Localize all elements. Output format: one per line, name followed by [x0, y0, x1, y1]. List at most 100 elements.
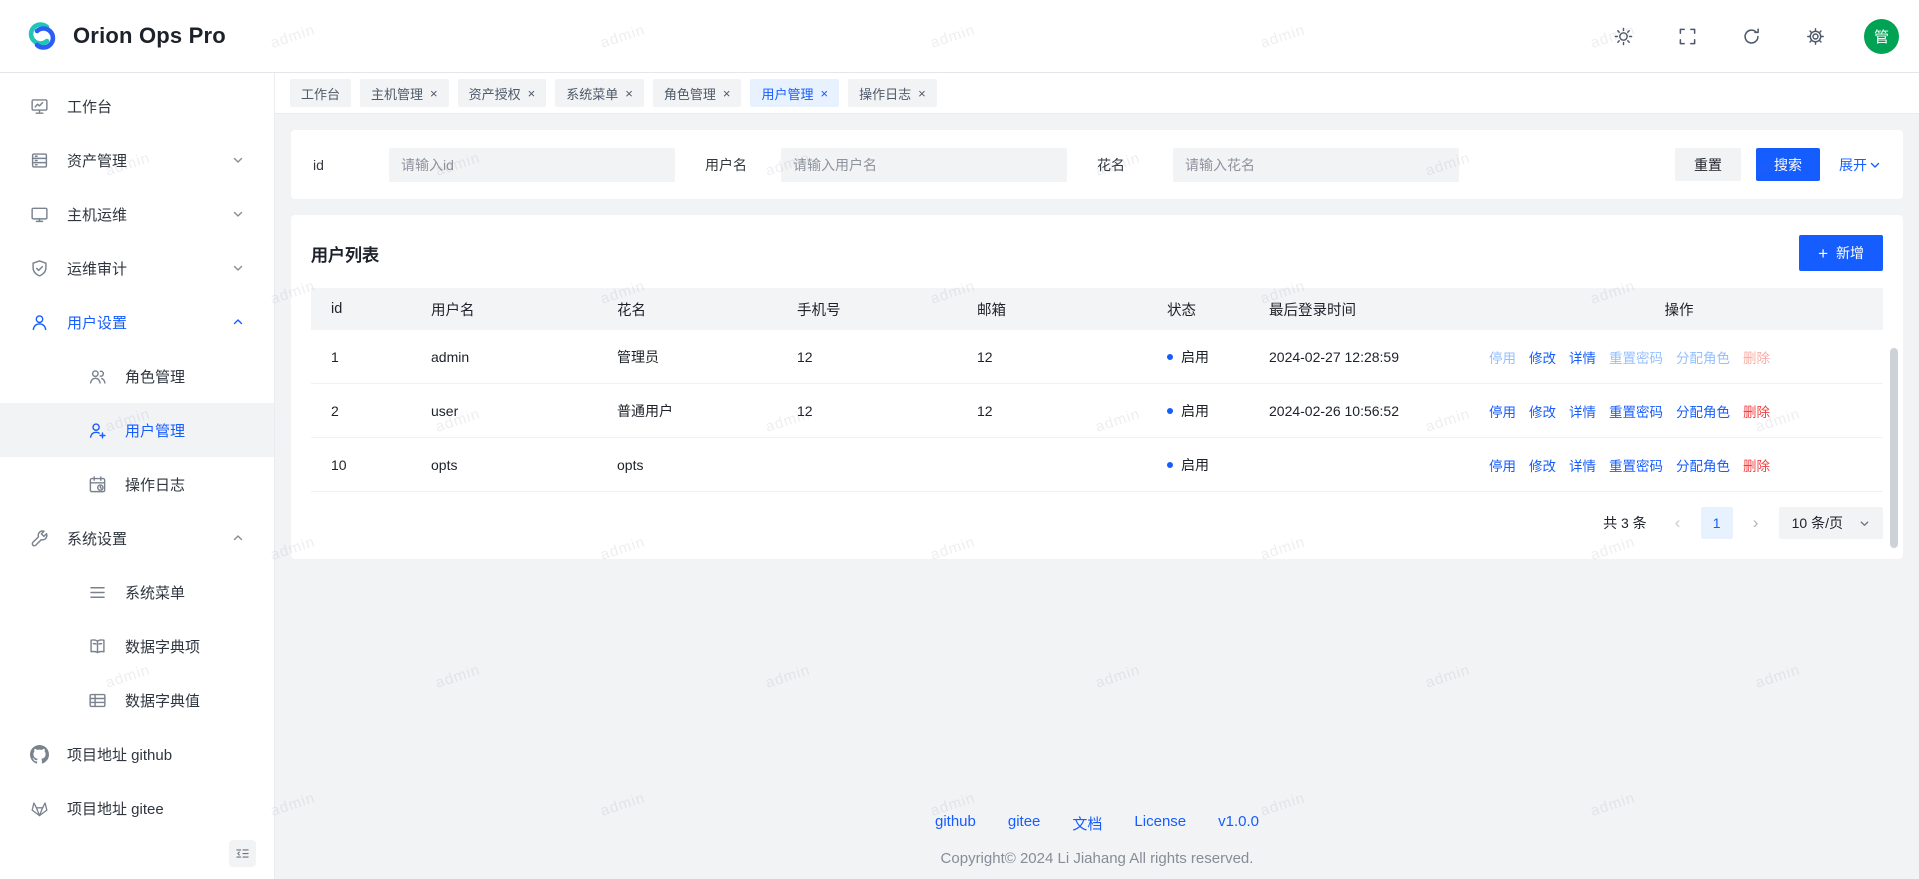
op-link[interactable]: 停用 — [1489, 455, 1516, 475]
column-header: 邮箱 — [957, 288, 1147, 330]
sidebar-item-github[interactable]: 项目地址 github — [0, 727, 274, 781]
op-link[interactable]: 重置密码 — [1609, 455, 1663, 475]
sidebar-item-ops-audit[interactable]: 运维审计 — [0, 241, 274, 295]
footer-link[interactable]: v1.0.0 — [1218, 813, 1259, 834]
sidebar-item-asset-mgmt[interactable]: 资产管理 — [0, 133, 274, 187]
cell-id: 1 — [311, 330, 411, 383]
tab-label: 主机管理 — [371, 84, 423, 103]
add-user-button[interactable]: + 新增 — [1799, 235, 1883, 271]
op-link[interactable]: 删除 — [1743, 401, 1770, 421]
tab-host-mgmt[interactable]: 主机管理 × — [360, 79, 449, 107]
search-field-label: 花名 — [1097, 155, 1173, 175]
menu-icon — [88, 582, 108, 602]
status-dot — [1167, 462, 1173, 468]
roles-icon — [88, 366, 108, 386]
id-input[interactable] — [389, 148, 675, 182]
sidebar-item-user-mgmt[interactable]: 用户管理 — [0, 403, 274, 457]
sidebar-item-role-mgmt[interactable]: 角色管理 — [0, 349, 274, 403]
fullscreen-icon[interactable] — [1670, 19, 1704, 53]
theme-sun-icon[interactable] — [1606, 19, 1640, 53]
op-link[interactable]: 修改 — [1529, 347, 1556, 367]
sidebar-item-dict-value[interactable]: 数据字典值 — [0, 673, 274, 727]
expand-toggle[interactable]: 展开 — [1839, 155, 1881, 175]
tab-asset-auth[interactable]: 资产授权× — [458, 79, 547, 107]
copyright-text: Copyright© 2024 Li Jiahang All rights re… — [275, 850, 1919, 867]
reset-button[interactable]: 重置 — [1675, 148, 1741, 181]
cell-email — [957, 438, 1147, 491]
op-link[interactable]: 删除 — [1743, 455, 1770, 475]
pagination: 共 3 条 ‹ 1 › 10 条/页 — [311, 507, 1883, 539]
pagination-page-1[interactable]: 1 — [1701, 507, 1733, 539]
tab-user-mgmt[interactable]: 用户管理× — [750, 79, 839, 107]
sidebar-item-op-log[interactable]: 操作日志 — [0, 457, 274, 511]
logo-area: Orion Ops Pro — [24, 18, 226, 54]
cell-email: 12 — [957, 330, 1147, 383]
close-icon[interactable]: × — [528, 87, 536, 100]
cell-nickname: opts — [597, 438, 777, 491]
sidebar-item-dict-item[interactable]: 数据字典项 — [0, 619, 274, 673]
refresh-icon[interactable] — [1734, 19, 1768, 53]
footer-link[interactable]: gitee — [1008, 813, 1041, 834]
nickname-input[interactable] — [1173, 148, 1459, 182]
footer-link[interactable]: github — [935, 813, 976, 834]
cell-mobile — [777, 438, 957, 491]
table-row: 2user普通用户1212启用2024-02-26 10:56:52停用修改详情… — [311, 384, 1883, 438]
page-size-select[interactable]: 10 条/页 — [1779, 507, 1883, 539]
chevron-down-icon — [232, 262, 244, 274]
sidebar-item-user-settings[interactable]: 用户设置 — [0, 295, 274, 349]
pagination-next-button[interactable]: › — [1741, 508, 1771, 538]
cell-id: 10 — [311, 438, 411, 491]
card-title: 用户列表 — [311, 241, 379, 266]
op-link[interactable]: 详情 — [1569, 401, 1596, 421]
sidebar-item-sys-menu[interactable]: 系统菜单 — [0, 565, 274, 619]
op-link[interactable]: 停用 — [1489, 401, 1516, 421]
sidebar-item-workbench[interactable]: 工作台 — [0, 79, 274, 133]
sidebar-collapse-button[interactable] — [229, 840, 256, 867]
cell-operations: 停用修改详情重置密码分配角色删除 — [1475, 384, 1883, 437]
pagination-prev-button[interactable]: ‹ — [1663, 508, 1693, 538]
search-field-label: 用户名 — [705, 155, 781, 175]
footer-link[interactable]: License — [1134, 813, 1186, 834]
user-icon — [30, 312, 50, 332]
username-input[interactable] — [781, 148, 1067, 182]
op-link: 重置密码 — [1609, 347, 1663, 367]
search-field-id: id — [313, 148, 675, 182]
app-title: Orion Ops Pro — [73, 23, 226, 49]
op-link[interactable]: 分配角色 — [1676, 455, 1730, 475]
op-link[interactable]: 详情 — [1569, 455, 1596, 475]
op-link[interactable]: 分配角色 — [1676, 401, 1730, 421]
sidebar-item-gitee[interactable]: 项目地址 gitee — [0, 781, 274, 835]
close-icon[interactable]: × — [625, 87, 633, 100]
sidebar-item-host-ops[interactable]: 主机运维 — [0, 187, 274, 241]
scrollbar-thumb[interactable] — [1890, 348, 1898, 548]
tab-label: 工作台 — [301, 84, 340, 103]
cell-username: opts — [411, 438, 597, 491]
sidebar-item-label: 系统设置 — [67, 528, 127, 549]
sidebar-item-sys-settings[interactable]: 系统设置 — [0, 511, 274, 565]
chevron-up-icon — [232, 316, 244, 328]
tab-sys-menu[interactable]: 系统菜单× — [555, 79, 644, 107]
close-icon[interactable]: × — [918, 87, 926, 100]
op-link[interactable]: 详情 — [1569, 347, 1596, 367]
settings-gear-icon[interactable] — [1798, 19, 1832, 53]
shield-icon — [30, 258, 50, 278]
tab-op-log[interactable]: 操作日志× — [848, 79, 937, 107]
op-link[interactable]: 修改 — [1529, 455, 1556, 475]
close-icon[interactable]: × — [723, 87, 731, 100]
close-icon[interactable]: × — [820, 87, 828, 100]
chevron-down-icon — [232, 208, 244, 220]
cell-status: 启用 — [1147, 438, 1249, 491]
op-link[interactable]: 重置密码 — [1609, 401, 1663, 421]
close-icon[interactable]: × — [430, 87, 438, 100]
table-body: 1admin管理员1212启用2024-02-27 12:28:59停用修改详情… — [311, 330, 1883, 492]
footer-link[interactable]: 文档 — [1072, 813, 1102, 834]
tablegrid-icon — [88, 690, 108, 710]
sidebar-item-label: 项目地址 gitee — [67, 798, 164, 819]
tab-workbench[interactable]: 工作台 — [290, 79, 351, 107]
op-link: 停用 — [1489, 347, 1516, 367]
avatar[interactable]: 管 — [1864, 19, 1899, 54]
op-link[interactable]: 修改 — [1529, 401, 1556, 421]
host-icon — [30, 204, 50, 224]
search-button[interactable]: 搜索 — [1756, 148, 1820, 181]
tab-role-mgmt[interactable]: 角色管理× — [653, 79, 742, 107]
